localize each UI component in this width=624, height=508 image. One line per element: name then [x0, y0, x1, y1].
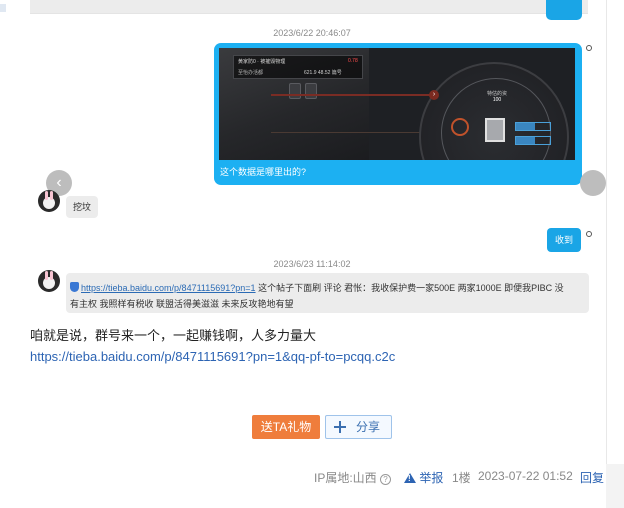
ip-location: IP属地:山西 ? — [314, 469, 392, 486]
sender-avatar-dot — [586, 45, 592, 51]
post-datetime: 2023-07-22 01:52 — [478, 469, 573, 483]
game-panel-title: 黄家防0 · 被摧毁物理 — [238, 59, 286, 65]
chevron-right-icon[interactable] — [580, 170, 606, 196]
game-panel-subtitle: 至怡办活都 — [238, 70, 264, 76]
report-button[interactable]: 举报 — [404, 469, 443, 486]
previous-message-bubble — [546, 0, 582, 20]
game-screenshot-image[interactable]: 黄家防0 · 被摧毁物理 0.78 至怡办活都 621.9 48.52 篇号 ›… — [219, 48, 575, 160]
image-caption: 这个数据是哪里出的? — [220, 167, 307, 177]
share-label: 分享 — [356, 420, 381, 434]
image-message-bubble[interactable]: 黄家防0 · 被摧毁物理 0.78 至怡办活都 621.9 48.52 篇号 ›… — [214, 43, 582, 185]
game-item-slot — [289, 83, 301, 99]
reply-message: 挖坟 — [66, 196, 98, 218]
floor-number: 1楼 — [452, 471, 471, 485]
chat-timestamp: 2023/6/22 20:46:07 — [273, 28, 351, 38]
chevron-right-icon: › — [429, 90, 439, 100]
reply-button[interactable]: 回复 — [580, 469, 604, 486]
window-edge-marker — [0, 4, 6, 12]
right-sidebar-edge — [606, 0, 624, 508]
plus-icon — [334, 421, 346, 433]
quote-line-1: https://tieba.baidu.com/p/8471115691?pn=… — [70, 281, 589, 294]
game-connector-line — [271, 132, 421, 133]
game-hud-bar — [515, 136, 551, 145]
share-button[interactable]: 分享 — [325, 415, 392, 439]
help-icon[interactable]: ? — [380, 474, 392, 485]
warning-icon — [404, 473, 416, 483]
game-target-ring — [451, 118, 469, 136]
game-hud-bar — [515, 122, 551, 131]
game-info-panel: 黄家防0 · 被摧毁物理 0.78 至怡办活都 621.9 48.52 篇号 — [233, 55, 363, 79]
send-gift-button[interactable]: 送TA礼物 — [252, 415, 320, 439]
shield-icon — [70, 282, 79, 292]
quote-message: https://tieba.baidu.com/p/8471115691?pn=… — [66, 273, 589, 313]
post-body-link[interactable]: https://tieba.baidu.com/p/8471115691?pn=… — [30, 349, 395, 364]
sender-avatar-dot — [586, 231, 592, 237]
game-panel-stats: 621.9 48.52 篇号 — [304, 70, 342, 76]
quote-line-2: 有主权 我照样有税收 联盟活得美滋滋 未来反攻艳地有望 — [70, 299, 294, 309]
chat-top-strip — [30, 0, 588, 14]
chat-timestamp: 2023/6/23 11:14:02 — [273, 259, 351, 269]
report-label: 举报 — [419, 471, 444, 485]
game-item-icon — [485, 118, 505, 142]
quote-link[interactable]: https://tieba.baidu.com/p/8471115691?pn=… — [81, 283, 256, 293]
game-center-label: 特估的资 — [486, 91, 507, 97]
avatar[interactable] — [38, 190, 60, 212]
game-center-value: 100 — [492, 97, 502, 103]
ip-location-text: IP属地:山西 — [314, 471, 377, 485]
game-panel-red-value: 0.78 — [348, 58, 358, 64]
game-item-slot — [305, 83, 317, 99]
quote-text: 这个帖子下面刷 评论 君怅：我收保护费一家500E 两家1000E 即便我PIB… — [255, 283, 564, 293]
post-body-text: 咱就是说，群号来一个，一起赚钱啊，人多力量大 — [30, 328, 317, 343]
sent-message: 收到 — [547, 228, 581, 252]
game-connector-line — [271, 94, 441, 96]
avatar[interactable] — [38, 270, 60, 292]
scroll-area[interactable] — [606, 464, 624, 508]
